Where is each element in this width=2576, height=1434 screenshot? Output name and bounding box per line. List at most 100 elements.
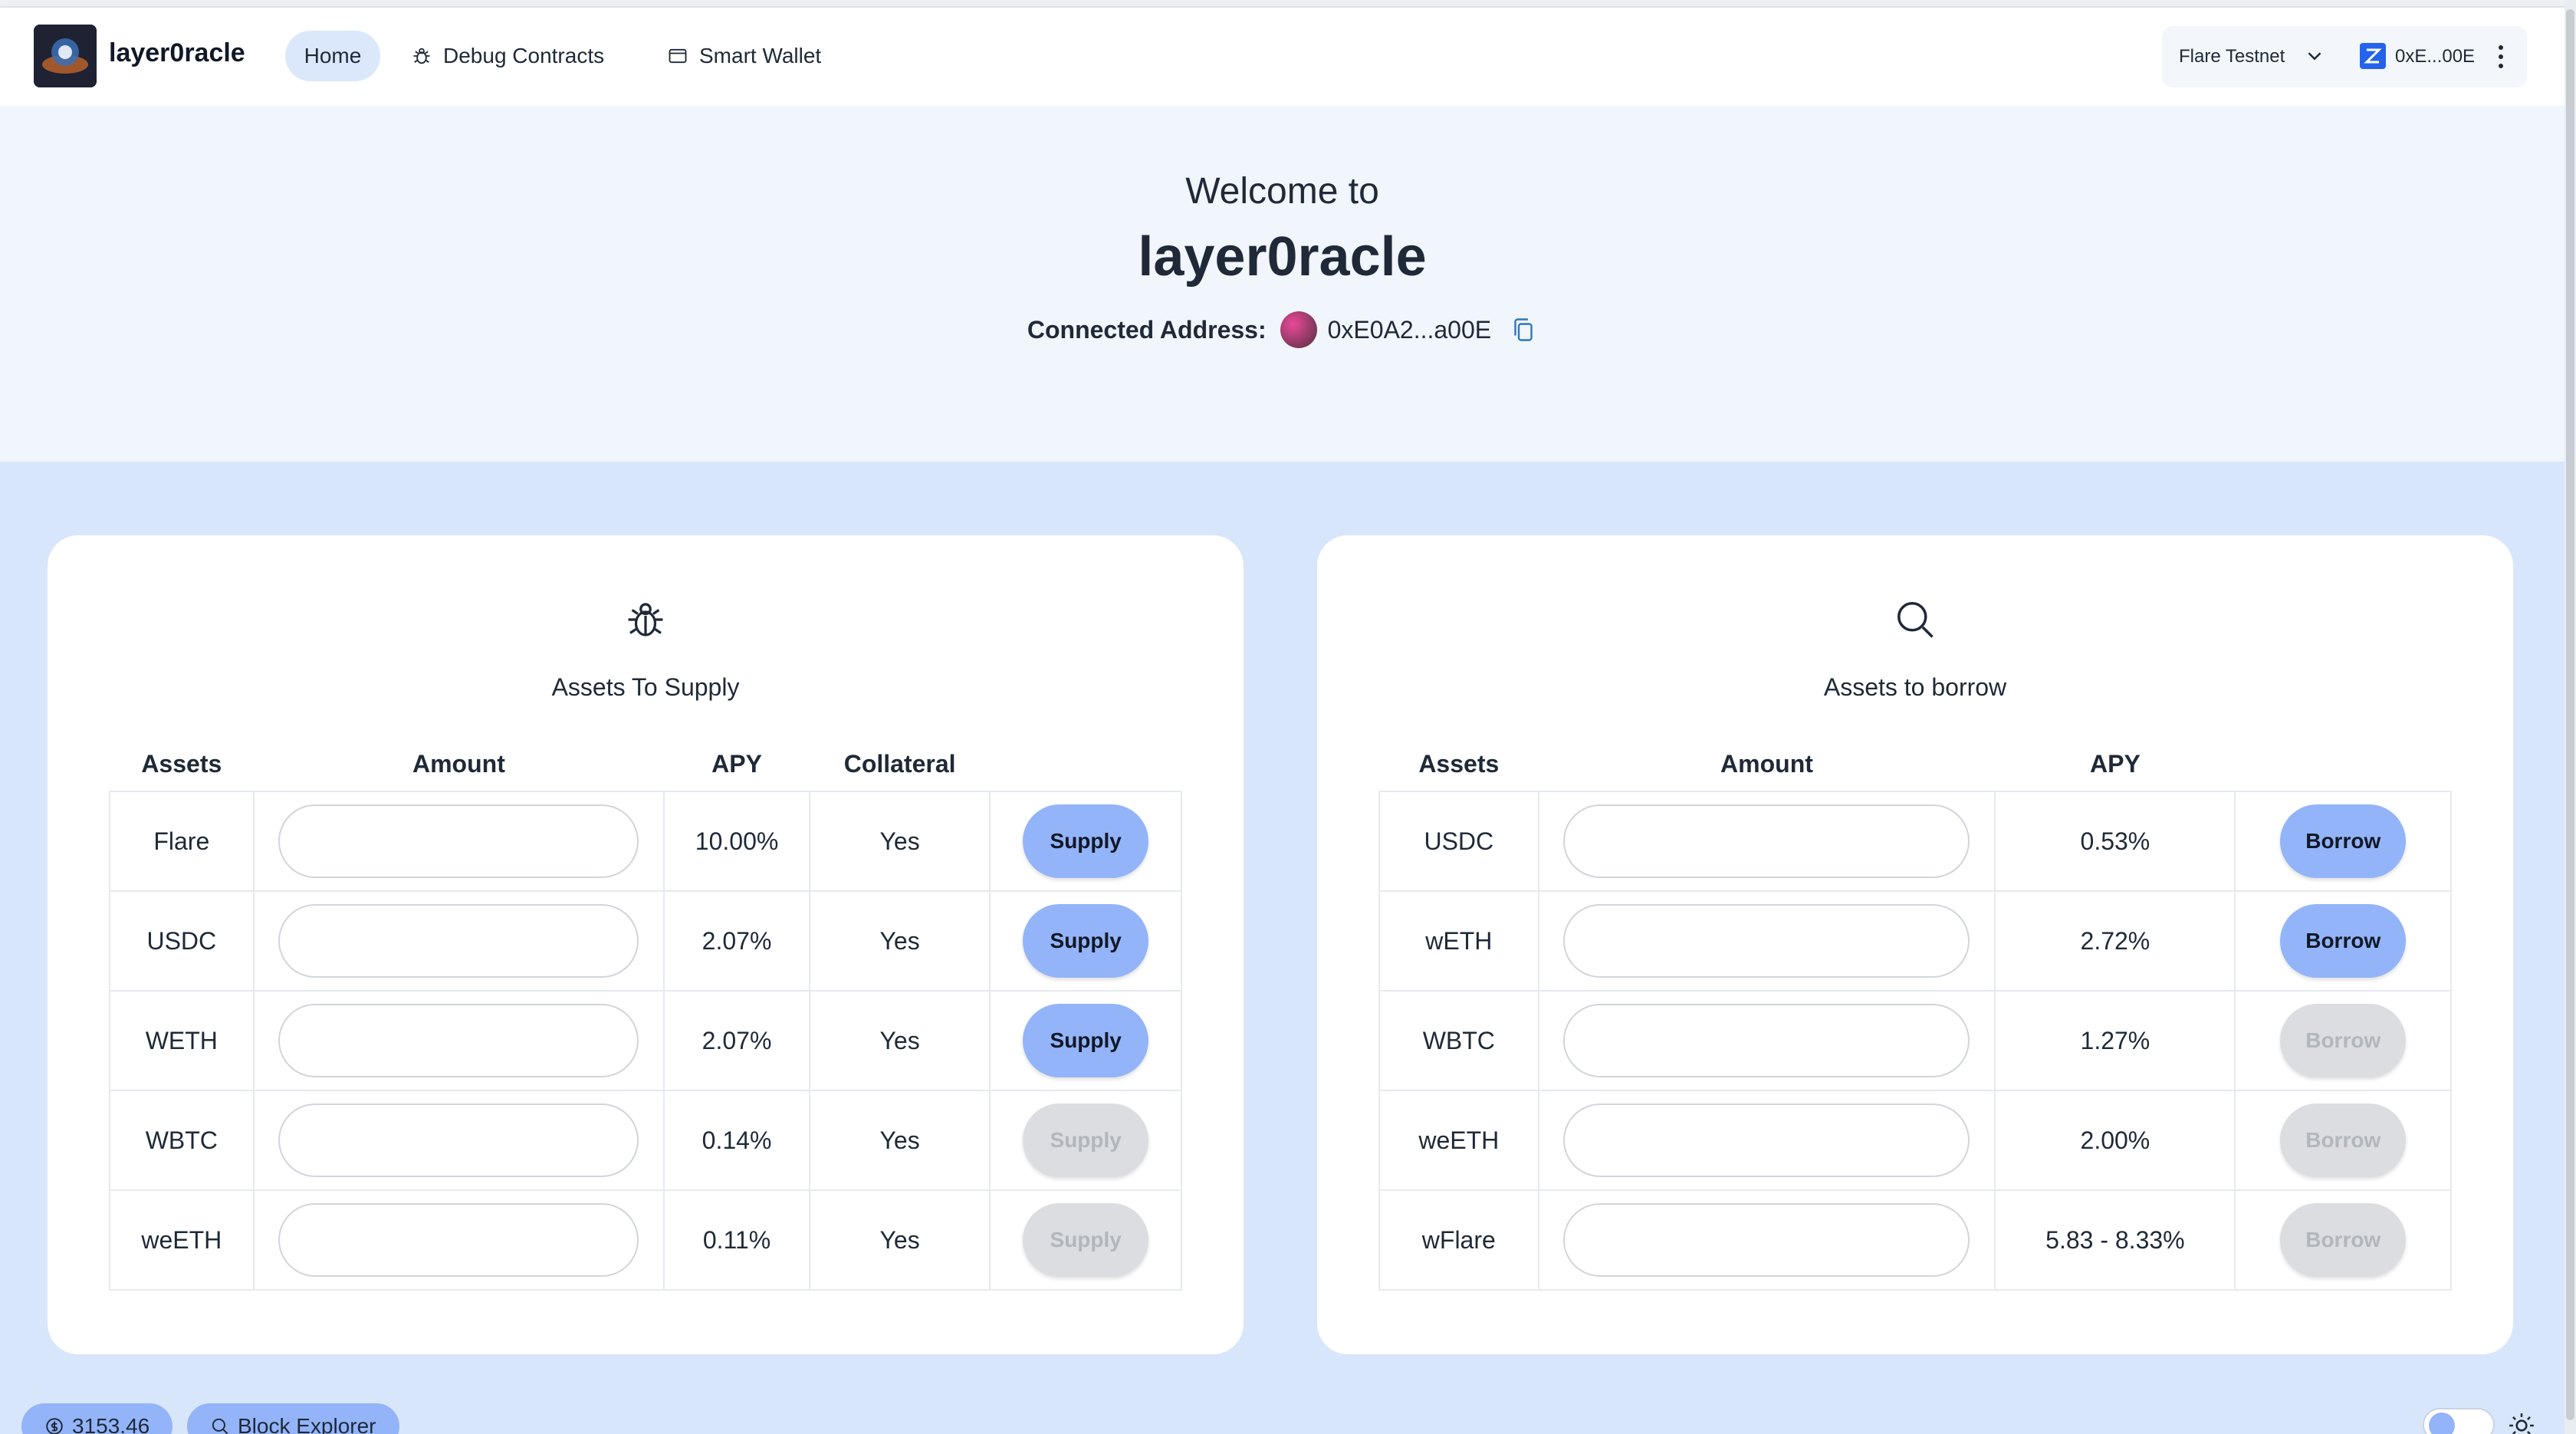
asset-name: weETH <box>1378 1090 1539 1191</box>
amount-cell <box>252 1189 665 1291</box>
table-row: WBTC 0.14% Yes Supply <box>109 1090 1182 1191</box>
amount-cell <box>252 1090 665 1191</box>
collateral-value: Yes <box>808 890 991 992</box>
apy-value: 0.14% <box>663 1090 810 1191</box>
amount-cell <box>1537 890 1996 992</box>
col-apy: APY <box>2089 750 2141 778</box>
amount-input[interactable] <box>1563 804 1970 878</box>
borrow-button-disabled: Borrow <box>2280 1203 2407 1277</box>
supply-button[interactable]: Supply <box>1023 904 1149 978</box>
amount-cell <box>1537 1090 1996 1191</box>
nav-debug-contracts[interactable]: Debug Contracts <box>393 31 623 81</box>
scrollbar-thumb[interactable] <box>2566 9 2574 1420</box>
apy-value: 10.00% <box>663 791 810 892</box>
bug-icon <box>413 48 430 64</box>
amount-input[interactable] <box>1563 1103 1970 1177</box>
nav-debug-label: Debug Contracts <box>443 44 605 67</box>
connected-address-row: Connected Address: 0xE0A2...a00E <box>0 311 2564 348</box>
dollar-icon <box>46 1418 63 1434</box>
amount-input[interactable] <box>1563 1004 1970 1077</box>
wallet-icon <box>669 48 687 64</box>
action-cell: Borrow <box>2234 791 2452 892</box>
native-price-badge[interactable]: 3153.46 <box>21 1403 173 1434</box>
asset-name: WETH <box>109 990 255 1091</box>
asset-name: Flare <box>109 791 255 892</box>
collateral-value: Yes <box>808 791 991 892</box>
network-selector[interactable]: Flare Testnet <box>2179 46 2285 67</box>
amount-cell <box>252 990 665 1091</box>
wallet-address-button[interactable]: 0xE...00E <box>2395 46 2475 67</box>
col-assets: Assets <box>141 750 222 778</box>
amount-input[interactable] <box>278 1103 639 1177</box>
supply-card-title: Assets To Supply <box>551 673 740 701</box>
nav-smart-wallet[interactable]: Smart Wallet <box>649 31 840 81</box>
bug-icon <box>628 603 663 636</box>
action-cell: Borrow <box>2234 890 2452 992</box>
col-action <box>990 738 1181 791</box>
block-explorer-label: Block Explorer <box>238 1414 376 1434</box>
borrow-button[interactable]: Borrow <box>2280 904 2407 978</box>
brand-name[interactable]: layer0racle <box>109 38 245 68</box>
action-cell: Supply <box>989 1189 1182 1291</box>
supply-button[interactable]: Supply <box>1023 804 1149 878</box>
brand-logo[interactable] <box>34 25 97 87</box>
supply-card: Assets To Supply Assets Amount APY Colla… <box>48 535 1244 1354</box>
browser-top-strip <box>0 0 2576 8</box>
sun-icon <box>2509 1413 2534 1434</box>
native-price-value: 3153.46 <box>72 1414 150 1434</box>
action-cell: Supply <box>989 791 1182 892</box>
col-assets: Assets <box>1418 750 1500 778</box>
table-row: wETH 2.72% Borrow <box>1378 890 2452 992</box>
nav-home[interactable]: Home <box>285 31 380 81</box>
amount-input[interactable] <box>278 904 639 978</box>
supply-button[interactable]: Supply <box>1023 1004 1149 1077</box>
copy-icon[interactable] <box>1510 316 1537 344</box>
borrow-button-disabled: Borrow <box>2280 1004 2407 1077</box>
welcome-text: Welcome to <box>1185 171 1379 212</box>
hero-title: layer0racle <box>1138 226 1427 288</box>
action-cell: Borrow <box>2234 1189 2452 1291</box>
search-icon <box>1898 602 1934 638</box>
supply-button-disabled: Supply <box>1023 1203 1149 1277</box>
action-cell: Borrow <box>2234 990 2452 1091</box>
col-amount: Amount <box>412 750 505 778</box>
block-explorer-button[interactable]: Block Explorer <box>187 1403 399 1434</box>
asset-name: wFlare <box>1378 1189 1539 1291</box>
chevron-down-icon[interactable] <box>2303 44 2326 67</box>
asset-name: weETH <box>109 1189 255 1291</box>
amount-cell <box>252 791 665 892</box>
supply-table: Assets Amount APY Collateral Flare 10.00… <box>109 738 1182 1291</box>
asset-name: WBTC <box>1378 990 1539 1091</box>
amount-cell <box>252 890 665 992</box>
borrow-card-title: Assets to borrow <box>1823 673 2007 701</box>
hero-section: Welcome to layer0racle Connected Address… <box>0 106 2564 462</box>
apy-value: 2.07% <box>663 990 810 1091</box>
theme-toggle[interactable] <box>2423 1408 2495 1434</box>
amount-input[interactable] <box>278 804 639 878</box>
search-icon <box>212 1418 228 1434</box>
amount-input[interactable] <box>278 1203 639 1277</box>
table-row: Flare 10.00% Yes Supply <box>109 791 1182 892</box>
table-row: WBTC 1.27% Borrow <box>1378 990 2452 1091</box>
col-amount: Amount <box>1720 750 1813 778</box>
more-options-icon[interactable] <box>2493 40 2509 74</box>
address-avatar <box>1280 311 1317 348</box>
table-row: weETH 2.00% Borrow <box>1378 1090 2452 1191</box>
collateral-value: Yes <box>808 1090 991 1191</box>
col-action <box>2235 738 2451 791</box>
connected-address-value: 0xE0A2...a00E <box>1327 315 1492 344</box>
amount-input[interactable] <box>1563 1203 1970 1277</box>
borrow-button[interactable]: Borrow <box>2280 804 2407 878</box>
amount-input[interactable] <box>1563 904 1970 978</box>
apy-value: 0.11% <box>663 1189 810 1291</box>
nav-home-label: Home <box>304 44 362 67</box>
table-row: weETH 0.11% Yes Supply <box>109 1189 1182 1291</box>
action-cell: Supply <box>989 990 1182 1091</box>
amount-input[interactable] <box>278 1004 639 1077</box>
borrow-button-disabled: Borrow <box>2280 1103 2407 1177</box>
network-wallet-panel: Flare Testnet 0xE...00E <box>2162 26 2527 87</box>
wallet-provider-icon <box>2360 43 2386 69</box>
apy-value: 1.27% <box>1994 990 2236 1091</box>
action-cell: Supply <box>989 1090 1182 1191</box>
borrow-table-header: Assets Amount APY <box>1379 738 2451 791</box>
